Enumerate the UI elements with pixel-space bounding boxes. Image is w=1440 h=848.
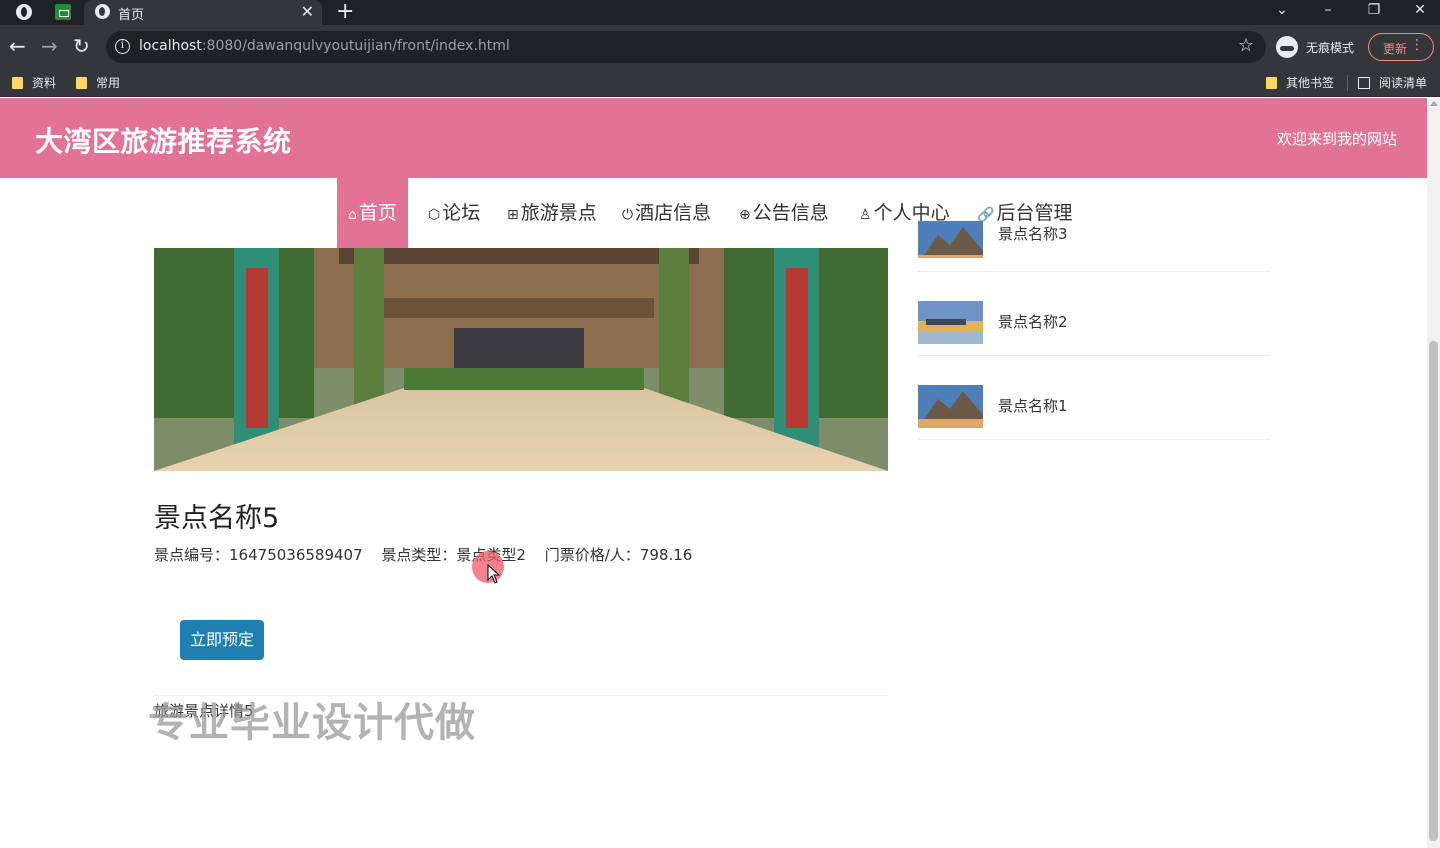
thumbnail xyxy=(918,301,983,344)
reading-list[interactable]: 阅读清单 xyxy=(1358,74,1427,91)
site-header: 大湾区旅游推荐系统 欢迎来到我的网站 xyxy=(0,98,1427,178)
tab-title: 首页 xyxy=(118,8,145,23)
side-list-item[interactable]: 景点名称2 xyxy=(918,272,1270,356)
bookmarks-bar: 资料 常用 其他书签 阅读清单 xyxy=(0,69,1440,97)
mouse-cursor-icon xyxy=(487,564,501,584)
attraction-name: 景点名称5 xyxy=(154,503,280,534)
globe-icon xyxy=(95,4,110,19)
user-icon: ♙ xyxy=(859,207,872,223)
incognito-label: 无痕模式 xyxy=(1306,41,1355,55)
back-icon[interactable]: ← xyxy=(9,34,26,58)
update-button[interactable]: 更新 ⋮ xyxy=(1368,33,1434,61)
web-page: 大湾区旅游推荐系统 欢迎来到我的网站 ⌂ 首页 ⬡ 论坛 ⊞ 旅游景点 ⏻ 酒店信息 ⊕… xyxy=(0,98,1440,848)
side-item-label: 景点名称3 xyxy=(998,225,1068,243)
nav-forum[interactable]: ⬡ 论坛 xyxy=(428,178,480,248)
price-value: 798.16 xyxy=(639,546,693,564)
url-text[interactable]: localhost:8080/dawanqulvyoutuijian/front… xyxy=(139,38,510,54)
close-tab-icon[interactable]: ✕ xyxy=(301,2,314,22)
side-item-label: 景点名称2 xyxy=(998,313,1068,331)
star-icon[interactable]: ☆ xyxy=(1238,35,1254,56)
bookmarks-divider xyxy=(1347,75,1348,91)
thumbnail xyxy=(918,385,983,428)
globe-icon: ⊕ xyxy=(739,207,751,223)
attraction-photo xyxy=(154,248,888,471)
browser-titlebar: 首页 ✕ + ⌄ – ❐ ✕ xyxy=(0,0,1440,25)
globe-icon[interactable] xyxy=(16,4,32,20)
update-label: 更新 xyxy=(1383,42,1408,56)
scroll-up-icon[interactable] xyxy=(1430,101,1438,106)
bookmark-folder[interactable]: 常用 xyxy=(76,74,120,91)
nav-notices[interactable]: ⊕ 公告信息 xyxy=(739,178,829,248)
watermark-text: 专业毕业设计代做 xyxy=(148,700,476,746)
new-tab-button[interactable]: + xyxy=(336,0,354,24)
welcome-text: 欢迎来到我的网站 xyxy=(1276,130,1397,148)
book-now-button[interactable]: 立即预定 xyxy=(180,620,264,660)
incognito-icon xyxy=(1276,36,1298,58)
scrollbar-thumb[interactable] xyxy=(1429,341,1438,841)
chevron-down-icon[interactable]: ⌄ xyxy=(1272,0,1292,20)
close-window-icon[interactable]: ✕ xyxy=(1410,0,1430,20)
forward-icon[interactable]: → xyxy=(41,34,58,58)
kebab-menu-icon: ⋮ xyxy=(1410,37,1424,53)
code-label: 景点编号： xyxy=(154,546,230,564)
home-icon: ⌂ xyxy=(348,207,357,223)
nav-home[interactable]: ⌂ 首页 xyxy=(337,178,408,248)
restore-icon[interactable]: ❐ xyxy=(1364,0,1384,20)
minimize-icon[interactable]: – xyxy=(1318,0,1338,20)
reading-list-icon xyxy=(1358,77,1370,89)
attraction-meta: 景点编号：16475036589407 景点类型：景点类型2 门票价格/人：79… xyxy=(154,544,692,565)
price-label: 门票价格/人： xyxy=(544,546,640,564)
info-icon[interactable]: i xyxy=(115,39,130,54)
folder-icon xyxy=(76,77,87,89)
site-title: 大湾区旅游推荐系统 xyxy=(35,125,292,158)
folder-icon xyxy=(12,77,23,89)
thumbnail xyxy=(918,221,983,258)
nav-hotels[interactable]: ⏻ 酒店信息 xyxy=(622,178,711,248)
bookmark-folder[interactable]: 资料 xyxy=(12,74,56,91)
code-value: 16475036589407 xyxy=(229,546,363,564)
reload-icon[interactable]: ↻ xyxy=(73,34,90,58)
side-list-item[interactable]: 景点名称1 xyxy=(918,356,1270,440)
cube-icon: ⬡ xyxy=(428,207,441,223)
browser-tab[interactable]: 首页 ✕ xyxy=(84,0,322,25)
side-item-label: 景点名称1 xyxy=(998,397,1068,415)
power-icon: ⏻ xyxy=(622,207,634,223)
side-list-item[interactable]: 景点名称3 xyxy=(918,188,1270,272)
page-scrollbar[interactable] xyxy=(1427,98,1440,848)
gift-icon: ⊞ xyxy=(507,207,519,223)
type-label: 景点类型： xyxy=(381,546,457,564)
other-bookmarks[interactable]: 其他书签 xyxy=(1266,74,1334,91)
folder-icon xyxy=(1266,77,1277,89)
nav-attractions[interactable]: ⊞ 旅游景点 xyxy=(507,178,597,248)
browser-toolbar: ← → ↻ i localhost:8080/dawanqulvyoutuiji… xyxy=(0,25,1440,69)
sheets-icon[interactable] xyxy=(55,4,71,20)
address-bar[interactable]: i localhost:8080/dawanqulvyoutuijian/fro… xyxy=(106,31,1266,63)
